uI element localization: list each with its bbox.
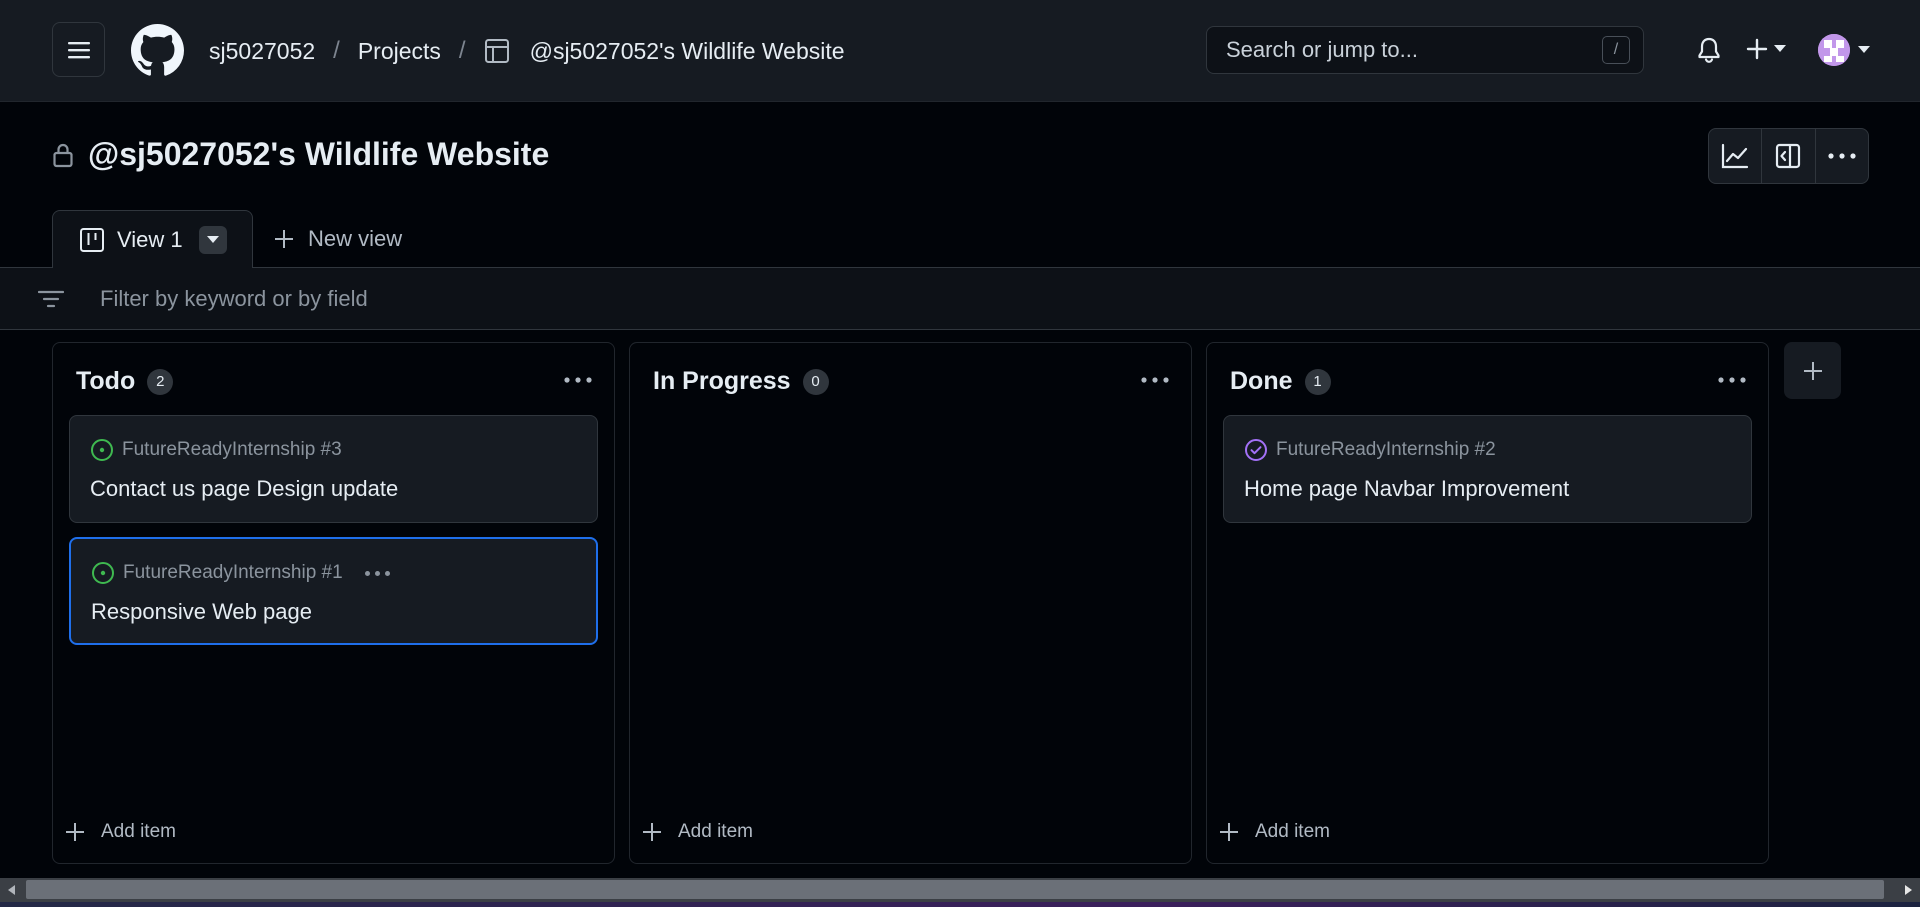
caret-down-icon <box>206 235 219 243</box>
caret-down-icon <box>1774 45 1786 52</box>
issue-open-icon <box>92 562 114 584</box>
caret-down-icon <box>1858 46 1870 53</box>
insights-icon <box>1722 143 1749 169</box>
kebab-icon[interactable] <box>564 377 592 383</box>
add-column-button[interactable] <box>1784 342 1841 399</box>
card-repo[interactable]: FutureReadyInternship #3 <box>122 439 342 461</box>
breadcrumb: sj5027052 / Projects / @sj5027052's Wild… <box>209 36 845 66</box>
breadcrumb-project[interactable]: @sj5027052's Wildlife Website <box>530 38 845 65</box>
column-header: Todo 2 <box>76 367 174 396</box>
tab-view-1[interactable]: View 1 <box>52 210 253 268</box>
search-shortcut-key: / <box>1602 36 1630 64</box>
sidebar-panel-icon <box>1776 143 1801 169</box>
bell-icon <box>1698 37 1720 63</box>
project-more-button[interactable] <box>1816 129 1868 183</box>
add-item-label: Add item <box>678 821 753 842</box>
add-item-label: Add item <box>1255 821 1330 842</box>
breadcrumb-owner[interactable]: sj5027052 <box>209 38 315 65</box>
plus-icon <box>643 823 661 841</box>
filter-icon <box>38 290 64 308</box>
card-repo[interactable]: FutureReadyInternship #2 <box>1276 439 1496 461</box>
toggle-sidebar-button[interactable] <box>1762 129 1816 183</box>
issue-open-icon <box>91 439 113 461</box>
horizontal-scrollbar[interactable] <box>0 878 1920 902</box>
board-card-selected[interactable]: FutureReadyInternship #1 Responsive Web … <box>69 537 598 645</box>
hamburger-icon <box>67 41 90 58</box>
plus-icon <box>66 823 84 841</box>
plus-icon <box>1220 823 1238 841</box>
tab-label: View 1 <box>117 226 183 252</box>
column-count: 1 <box>1304 368 1331 395</box>
view-options-button[interactable] <box>198 225 227 254</box>
hamburger-menu-button[interactable] <box>52 22 105 77</box>
breadcrumb-separator: / <box>458 37 466 64</box>
project-header: @sj5027052's Wildlife Website <box>52 136 549 173</box>
breadcrumb-projects[interactable]: Projects <box>358 38 441 65</box>
plus-icon <box>1746 38 1768 60</box>
column-header: Done 1 <box>1230 367 1331 396</box>
add-item-button[interactable]: Add item <box>1219 821 1330 843</box>
lock-icon <box>53 143 73 167</box>
issue-closed-icon <box>1245 439 1267 461</box>
add-item-button[interactable]: Add item <box>642 821 753 843</box>
scroll-right-arrow-icon[interactable] <box>1905 885 1912 895</box>
filter-bar: Filter by keyword or by field <box>0 268 1920 330</box>
kebab-icon <box>1828 153 1856 159</box>
create-new-button[interactable] <box>1746 38 1786 60</box>
scroll-left-arrow-icon[interactable] <box>8 885 15 895</box>
column-count: 2 <box>147 368 174 395</box>
search-input[interactable]: Search or jump to... / <box>1206 26 1644 74</box>
board-icon <box>80 227 104 252</box>
column-name: Done <box>1230 367 1293 395</box>
column-name: Todo <box>76 367 136 395</box>
board-card[interactable]: FutureReadyInternship #3 Contact us page… <box>69 415 598 523</box>
card-title[interactable]: Contact us page Design update <box>90 476 398 502</box>
notifications-button[interactable] <box>1696 36 1722 64</box>
table-icon <box>484 38 510 64</box>
user-menu-button[interactable] <box>1818 34 1870 66</box>
column-count: 0 <box>802 368 829 395</box>
scrollbar-thumb[interactable] <box>26 880 1884 899</box>
global-header: sj5027052 / Projects / @sj5027052's Wild… <box>0 0 1920 102</box>
add-item-button[interactable]: Add item <box>65 821 176 843</box>
plus-icon <box>1803 361 1822 380</box>
new-view-label: New view <box>308 226 403 251</box>
new-view-button[interactable]: New view <box>274 226 402 252</box>
card-meta: FutureReadyInternship #3 <box>90 438 342 462</box>
column-done: Done 1 FutureReadyInternship #2 Home pag… <box>1206 342 1769 864</box>
column-todo: Todo 2 FutureReadyInternship #3 Contact … <box>52 342 615 864</box>
add-item-label: Add item <box>101 821 176 842</box>
github-logo[interactable] <box>131 24 184 77</box>
card-title[interactable]: Home page Navbar Improvement <box>1244 476 1569 502</box>
board-card[interactable]: FutureReadyInternship #2 Home page Navba… <box>1223 415 1752 523</box>
card-more-icon[interactable] <box>364 570 390 576</box>
column-header: In Progress 0 <box>653 367 829 396</box>
kebab-icon[interactable] <box>1141 377 1169 383</box>
project-actions <box>1708 128 1869 184</box>
insights-button[interactable] <box>1709 129 1763 183</box>
card-title[interactable]: Responsive Web page <box>91 599 312 625</box>
column-name: In Progress <box>653 367 791 395</box>
card-meta: FutureReadyInternship #1 <box>91 561 390 585</box>
plus-icon <box>275 230 293 248</box>
card-repo[interactable]: FutureReadyInternship #1 <box>123 562 343 584</box>
avatar <box>1818 34 1850 66</box>
filter-input[interactable]: Filter by keyword or by field <box>100 286 368 312</box>
card-meta: FutureReadyInternship #2 <box>1244 438 1496 462</box>
page-title: @sj5027052's Wildlife Website <box>88 136 550 172</box>
search-placeholder: Search or jump to... <box>1226 37 1418 62</box>
breadcrumb-separator: / <box>333 37 340 64</box>
kebab-icon[interactable] <box>1718 377 1746 383</box>
taskbar-edge <box>0 902 1920 907</box>
column-in-progress: In Progress 0 Add item <box>629 342 1192 864</box>
